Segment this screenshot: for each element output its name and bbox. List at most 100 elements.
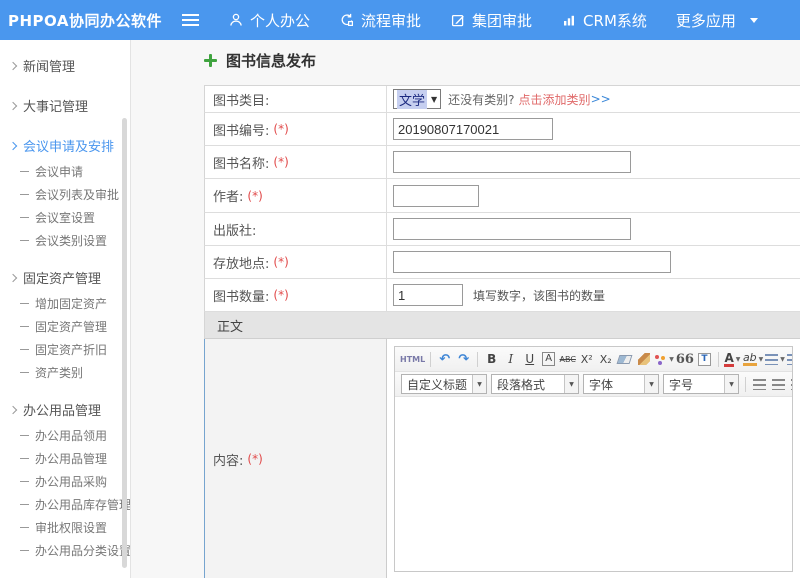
subscript-icon[interactable]: X₂ bbox=[597, 349, 614, 369]
sidebar-item-15[interactable]: 办公用品采购 bbox=[0, 470, 130, 493]
chevron-right-icon bbox=[9, 141, 17, 149]
char-border-icon[interactable]: A bbox=[540, 349, 557, 369]
sidebar-group-2[interactable]: 会议申请及安排 bbox=[0, 131, 130, 160]
body-section-label: 正文 bbox=[217, 316, 243, 335]
align-left-icon[interactable] bbox=[751, 374, 768, 394]
nav-item-personal-office[interactable]: 个人办公 bbox=[228, 10, 310, 31]
font-family-select[interactable]: 字体▼ bbox=[583, 374, 659, 394]
nav-item-group-approval[interactable]: 集团审批 bbox=[450, 10, 532, 31]
bold-icon[interactable]: B bbox=[483, 349, 500, 369]
dash-icon bbox=[20, 435, 29, 436]
sidebar-group-0[interactable]: 新闻管理 bbox=[0, 51, 130, 80]
sidebar-item-9[interactable]: 固定资产管理 bbox=[0, 315, 130, 338]
sidebar-item-16[interactable]: 办公用品库存管理 bbox=[0, 493, 130, 516]
form-row-location: 存放地点: (*) bbox=[204, 246, 800, 279]
dropdown-caret-icon: ▼ bbox=[736, 356, 741, 363]
sidebar-item-14[interactable]: 办公用品管理 bbox=[0, 447, 130, 470]
sidebar-item-label: 固定资产管理 bbox=[35, 318, 107, 335]
dropdown-label: 字号 bbox=[664, 376, 724, 393]
add-icon bbox=[204, 54, 217, 67]
editor-content-area[interactable] bbox=[395, 397, 792, 571]
sidebar-item-5[interactable]: 会议室设置 bbox=[0, 206, 130, 229]
sidebar-item-label: 会议类别设置 bbox=[35, 232, 107, 249]
dash-icon bbox=[20, 326, 29, 327]
paragraph-format-select[interactable]: 段落格式▼ bbox=[491, 374, 579, 394]
sidebar-group-19[interactable]: 图书管理 bbox=[0, 573, 130, 578]
nav-label: CRM系统 bbox=[583, 10, 647, 31]
unordered-list-icon[interactable]: ▼ bbox=[787, 349, 792, 369]
sidebar-item-18[interactable]: 办公用品分类设置 bbox=[0, 539, 130, 562]
custom-title-select[interactable]: 自定义标题▼ bbox=[401, 374, 487, 394]
sidebar-item-6[interactable]: 会议类别设置 bbox=[0, 229, 130, 252]
sidebar-item-label: 增加固定资产 bbox=[35, 295, 107, 312]
add-category-link[interactable]: 点击添加类别 bbox=[519, 91, 591, 108]
sidebar-item-label: 办公用品采购 bbox=[35, 473, 107, 490]
book-name-input[interactable] bbox=[393, 151, 631, 173]
sidebar-item-4[interactable]: 会议列表及审批 bbox=[0, 183, 130, 206]
form-row-quantity: 图书数量: (*) 填写数字，该图书的数量 bbox=[204, 279, 800, 312]
font-color-icon[interactable]: A▼ bbox=[724, 349, 741, 369]
publisher-input[interactable] bbox=[393, 218, 631, 240]
form-row-content: 内容: (*) HTML↶↷BIUAABCX²X₂▼66TA▼ab▼▼▼ 自定义… bbox=[204, 339, 800, 578]
main-content: 图书信息发布 图书类目: 文学 ▼ 还没有类别? 点击添加类别 >> bbox=[131, 40, 800, 578]
underline-icon[interactable]: U bbox=[521, 349, 538, 369]
superscript-icon[interactable]: X² bbox=[578, 349, 595, 369]
category-select[interactable]: 文学 ▼ bbox=[393, 89, 441, 109]
sidebar-group-1[interactable]: 大事记管理 bbox=[0, 91, 130, 120]
author-input[interactable] bbox=[393, 185, 479, 207]
location-input[interactable] bbox=[393, 251, 671, 273]
book-code-input[interactable] bbox=[393, 118, 553, 140]
sidebar-item-label: 会议列表及审批 bbox=[35, 186, 119, 203]
dash-icon bbox=[20, 458, 29, 459]
doodle-icon[interactable]: ▼ bbox=[654, 349, 674, 369]
top-navbar: PHPOA协同办公软件 个人办公 流程审批 集团审批 CRM系统 bbox=[0, 0, 800, 40]
no-category-hint: 还没有类别? bbox=[448, 91, 514, 108]
html-source-icon[interactable]: HTML bbox=[400, 349, 425, 369]
format-brush-icon[interactable] bbox=[635, 349, 652, 369]
add-category-arrows[interactable]: >> bbox=[591, 92, 611, 106]
dash-icon bbox=[20, 194, 29, 195]
nav-item-process-approval[interactable]: 流程审批 bbox=[339, 10, 421, 31]
toolbar-separator bbox=[430, 352, 431, 367]
menu-toggle-icon[interactable] bbox=[182, 14, 199, 26]
nav-item-more-apps[interactable]: 更多应用 bbox=[676, 10, 758, 31]
form-row-book-code: 图书编号: (*) bbox=[204, 113, 800, 146]
sidebar-group-7[interactable]: 固定资产管理 bbox=[0, 263, 130, 292]
italic-icon[interactable]: I bbox=[502, 349, 519, 369]
sidebar-item-3[interactable]: 会议申请 bbox=[0, 160, 130, 183]
nav-item-crm[interactable]: CRM系统 bbox=[561, 10, 647, 31]
field-label: 内容: bbox=[213, 450, 243, 469]
sidebar-item-10[interactable]: 固定资产折旧 bbox=[0, 338, 130, 361]
sidebar-scrollbar[interactable] bbox=[122, 118, 127, 568]
quantity-input[interactable] bbox=[393, 284, 463, 306]
redo-icon[interactable]: ↷ bbox=[455, 349, 472, 369]
chevron-right-icon bbox=[9, 61, 17, 69]
font-size-select[interactable]: 字号▼ bbox=[663, 374, 739, 394]
field-label: 图书编号: bbox=[213, 120, 269, 139]
dash-icon bbox=[20, 504, 29, 505]
sidebar-item-label: 办公用品分类设置 bbox=[35, 542, 131, 559]
dash-icon bbox=[20, 171, 29, 172]
sidebar-item-17[interactable]: 审批权限设置 bbox=[0, 516, 130, 539]
ordered-list-icon[interactable]: ▼ bbox=[765, 349, 785, 369]
blockquote-icon[interactable]: 66 bbox=[676, 349, 694, 369]
sidebar-item-13[interactable]: 办公用品领用 bbox=[0, 424, 130, 447]
dropdown-label: 段落格式 bbox=[492, 376, 564, 393]
sidebar-item-11[interactable]: 资产类别 bbox=[0, 361, 130, 384]
highlight-color-icon[interactable]: ab▼ bbox=[743, 349, 763, 369]
sidebar-item-8[interactable]: 增加固定资产 bbox=[0, 292, 130, 315]
paste-text-icon[interactable]: T bbox=[696, 349, 713, 369]
align-right-icon[interactable] bbox=[789, 374, 792, 394]
align-center-icon[interactable] bbox=[770, 374, 787, 394]
sidebar-group-12[interactable]: 办公用品管理 bbox=[0, 395, 130, 424]
strikethrough-icon[interactable]: ABC bbox=[559, 349, 576, 369]
editor-toolbar-row1: HTML↶↷BIUAABCX²X₂▼66TA▼ab▼▼▼ bbox=[395, 347, 792, 372]
required-mark: (*) bbox=[273, 122, 288, 136]
dropdown-caret-icon: ▼ bbox=[780, 356, 785, 363]
eraser-icon[interactable] bbox=[616, 349, 633, 369]
dropdown-caret-icon: ▼ bbox=[472, 375, 486, 393]
sidebar-item-label: 固定资产管理 bbox=[23, 268, 101, 287]
undo-icon[interactable]: ↶ bbox=[436, 349, 453, 369]
field-label: 出版社: bbox=[213, 220, 256, 239]
group-approval-icon bbox=[450, 12, 466, 28]
